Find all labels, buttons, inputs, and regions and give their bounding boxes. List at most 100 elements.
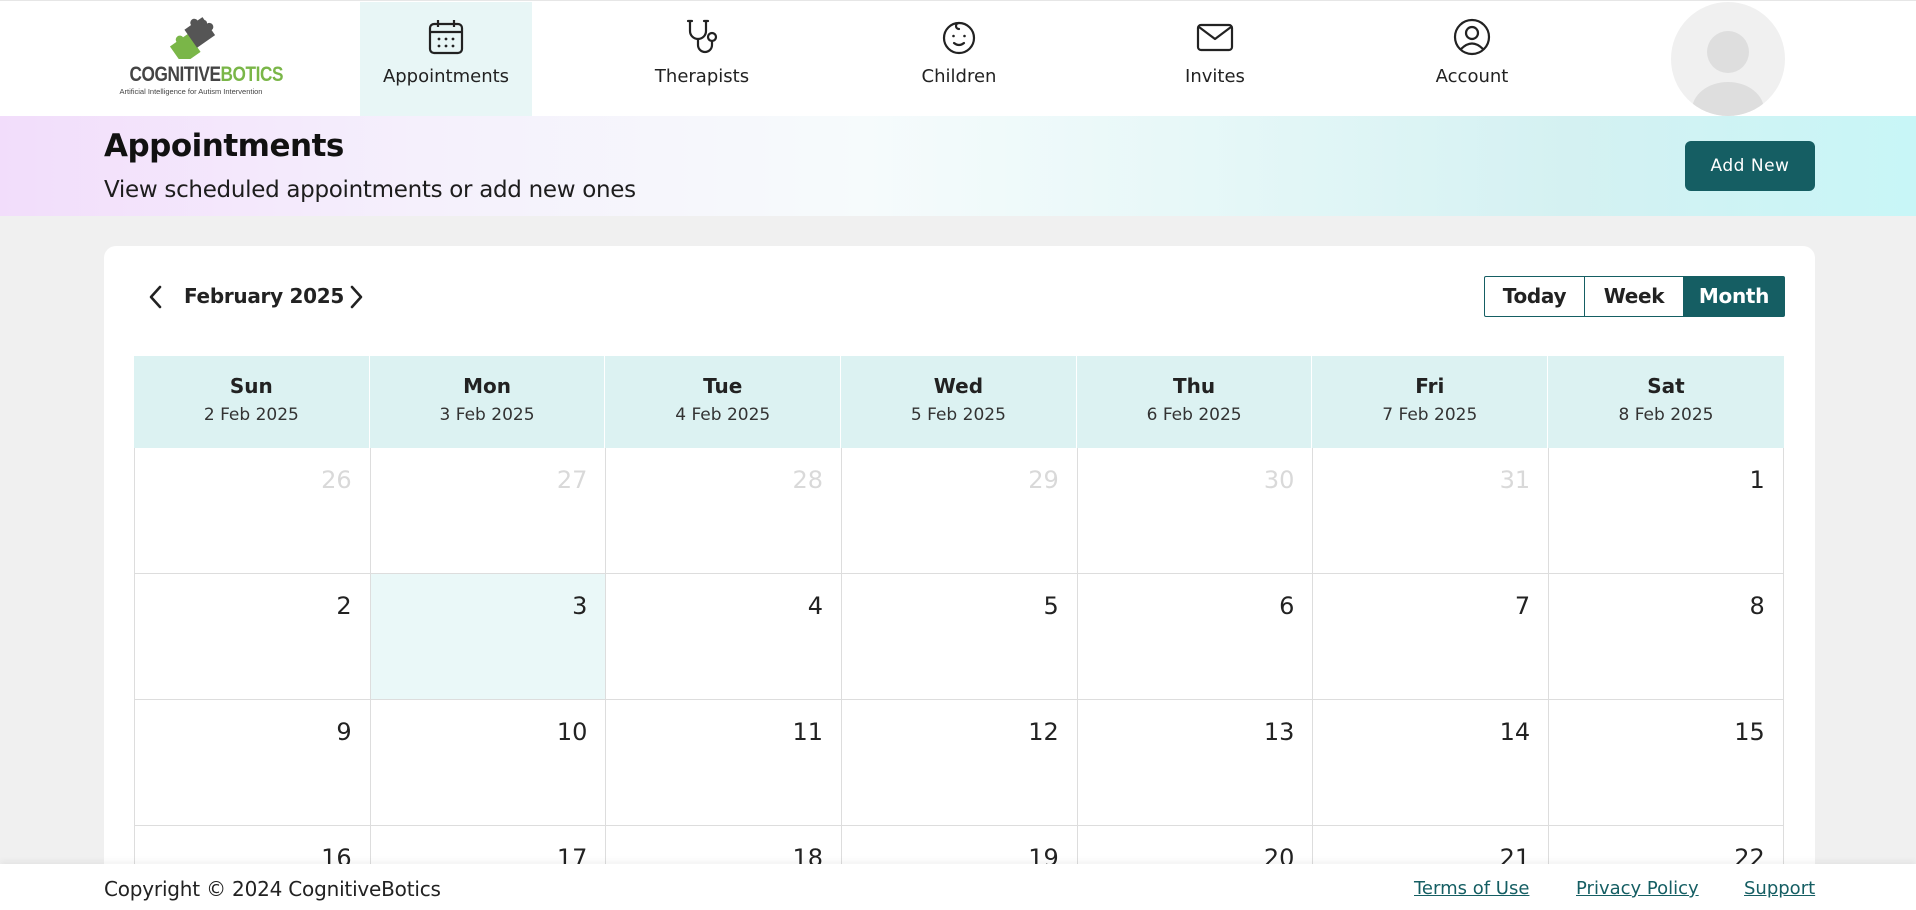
day-number: 27 [556, 466, 588, 494]
day-cell[interactable]: 5 [841, 574, 1077, 699]
day-number: 8 [1749, 592, 1765, 620]
day-number: 5 [1043, 592, 1059, 620]
weekday-date: 5 Feb 2025 [910, 405, 1006, 425]
day-cell[interactable]: 11 [605, 700, 842, 825]
day-number: 14 [1499, 718, 1531, 746]
weekday-header-sat: Sat 8 Feb 2025 [1548, 356, 1784, 448]
weekday-header-sun: Sun 2 Feb 2025 [134, 356, 370, 448]
calendar-icon [428, 20, 464, 55]
weekday-header-thu: Thu 6 Feb 2025 [1077, 356, 1313, 448]
day-cell[interactable]: 2 [134, 574, 370, 699]
day-cell[interactable]: 4 [605, 574, 842, 699]
terms-of-use-link[interactable]: Terms of Use [1414, 878, 1529, 899]
day-number: 3 [572, 592, 588, 620]
day-cell[interactable]: 1 [1548, 448, 1784, 573]
user-avatar[interactable] [1671, 2, 1785, 116]
week-row: 2 3 4 5 6 7 8 [134, 574, 1784, 700]
day-cell[interactable]: 8 [1548, 574, 1784, 699]
weekday-header-row: Sun 2 Feb 2025 Mon 3 Feb 2025 Tue 4 Feb … [134, 356, 1784, 448]
day-number: 6 [1279, 592, 1295, 620]
day-number: 30 [1263, 466, 1295, 494]
day-cell[interactable]: 15 [1548, 700, 1784, 825]
avatar-placeholder-icon [1692, 31, 1764, 116]
calendar-grid: Sun 2 Feb 2025 Mon 3 Feb 2025 Tue 4 Feb … [134, 356, 1784, 910]
nav-item-invites[interactable]: Invites [1129, 2, 1301, 116]
top-nav: COGNITIVEBOTICS Artificial Intelligence … [0, 0, 1916, 116]
week-row: 9 10 11 12 13 14 15 [134, 700, 1784, 826]
day-number: 10 [556, 718, 588, 746]
weekday-header-mon: Mon 3 Feb 2025 [370, 356, 606, 448]
weekday-name: Tue [703, 374, 743, 398]
nav-label-children: Children [921, 66, 997, 87]
day-number: 4 [807, 592, 824, 620]
day-number: 28 [792, 466, 824, 494]
day-number: 26 [321, 466, 352, 494]
chevron-right-icon[interactable] [344, 284, 368, 310]
day-number: 15 [1734, 718, 1765, 746]
weekday-header-wed: Wed 5 Feb 2025 [841, 356, 1077, 448]
nav-label-appointments: Appointments [382, 66, 510, 87]
day-cell[interactable]: 28 [605, 448, 842, 573]
add-new-button[interactable]: Add New [1685, 141, 1815, 191]
weekday-header-tue: Tue 4 Feb 2025 [605, 356, 842, 448]
day-cell[interactable]: 12 [841, 700, 1077, 825]
weekday-name: Wed [933, 374, 984, 398]
day-number: 7 [1514, 592, 1531, 620]
copyright-text: Copyright © 2024 CognitiveBotics [104, 877, 441, 901]
day-number: 31 [1499, 466, 1531, 494]
day-cell[interactable]: 10 [369, 700, 606, 825]
weekday-date: 4 Feb 2025 [675, 405, 771, 425]
weekday-name: Thu [1173, 374, 1216, 398]
day-cell-today[interactable]: 3 [369, 574, 606, 699]
page-title: Appointments [104, 128, 344, 164]
day-number: 12 [1028, 718, 1059, 746]
weekday-date: 7 Feb 2025 [1382, 405, 1478, 425]
day-number: 1 [1749, 466, 1765, 494]
weekday-date: 8 Feb 2025 [1618, 405, 1714, 425]
day-cell[interactable]: 29 [841, 448, 1077, 573]
page-footer: Copyright © 2024 CognitiveBotics Terms o… [0, 864, 1916, 910]
page-header: Appointments View scheduled appointments… [0, 116, 1916, 216]
nav-item-children[interactable]: Children [873, 2, 1045, 116]
puzzle-logo-icon [169, 17, 216, 59]
day-number: 9 [336, 718, 352, 746]
day-number: 13 [1263, 718, 1295, 746]
view-today-button[interactable]: Today [1485, 277, 1584, 316]
day-cell[interactable]: 26 [134, 448, 370, 573]
chevron-left-icon[interactable] [144, 284, 168, 310]
brand-wordmark: COGNITIVEBOTICS [129, 63, 284, 86]
envelope-icon [1196, 23, 1234, 52]
day-cell[interactable]: 9 [134, 700, 370, 825]
calendar-card: February 2025 Today Week Month Sun 2 Feb… [104, 246, 1815, 910]
nav-item-account[interactable]: Account [1386, 2, 1558, 116]
nav-item-therapists[interactable]: Therapists [616, 2, 788, 116]
day-number: 2 [336, 592, 352, 620]
privacy-policy-link[interactable]: Privacy Policy [1576, 878, 1699, 899]
day-cell[interactable]: 13 [1076, 700, 1313, 825]
nav-label-therapists: Therapists [654, 66, 750, 87]
weekday-name: Sat [1647, 374, 1685, 398]
day-cell[interactable]: 30 [1076, 448, 1313, 573]
month-label: February 2025 [184, 284, 344, 308]
weekday-date: 3 Feb 2025 [439, 405, 535, 425]
weekday-header-fri: Fri 7 Feb 2025 [1312, 356, 1549, 448]
view-toggle: Today Week Month [1484, 276, 1785, 317]
support-link[interactable]: Support [1744, 878, 1815, 899]
week-row: 26 27 28 29 30 31 1 [134, 448, 1784, 574]
user-circle-icon [1453, 18, 1491, 56]
day-cell[interactable]: 31 [1312, 448, 1549, 573]
weekday-date: 6 Feb 2025 [1146, 405, 1242, 425]
stethoscope-icon [686, 19, 718, 54]
weekday-name: Mon [463, 374, 511, 398]
view-week-button[interactable]: Week [1584, 277, 1683, 316]
view-month-button[interactable]: Month [1683, 277, 1784, 316]
nav-item-appointments[interactable]: Appointments [360, 2, 532, 116]
day-cell[interactable]: 27 [369, 448, 606, 573]
nav-label-invites: Invites [1185, 66, 1245, 87]
day-number: 11 [792, 718, 824, 746]
day-cell[interactable]: 6 [1076, 574, 1313, 699]
brand-logo[interactable]: COGNITIVEBOTICS Artificial Intelligence … [116, 15, 284, 99]
baby-face-icon [942, 21, 976, 55]
day-cell[interactable]: 14 [1312, 700, 1549, 825]
day-cell[interactable]: 7 [1312, 574, 1549, 699]
